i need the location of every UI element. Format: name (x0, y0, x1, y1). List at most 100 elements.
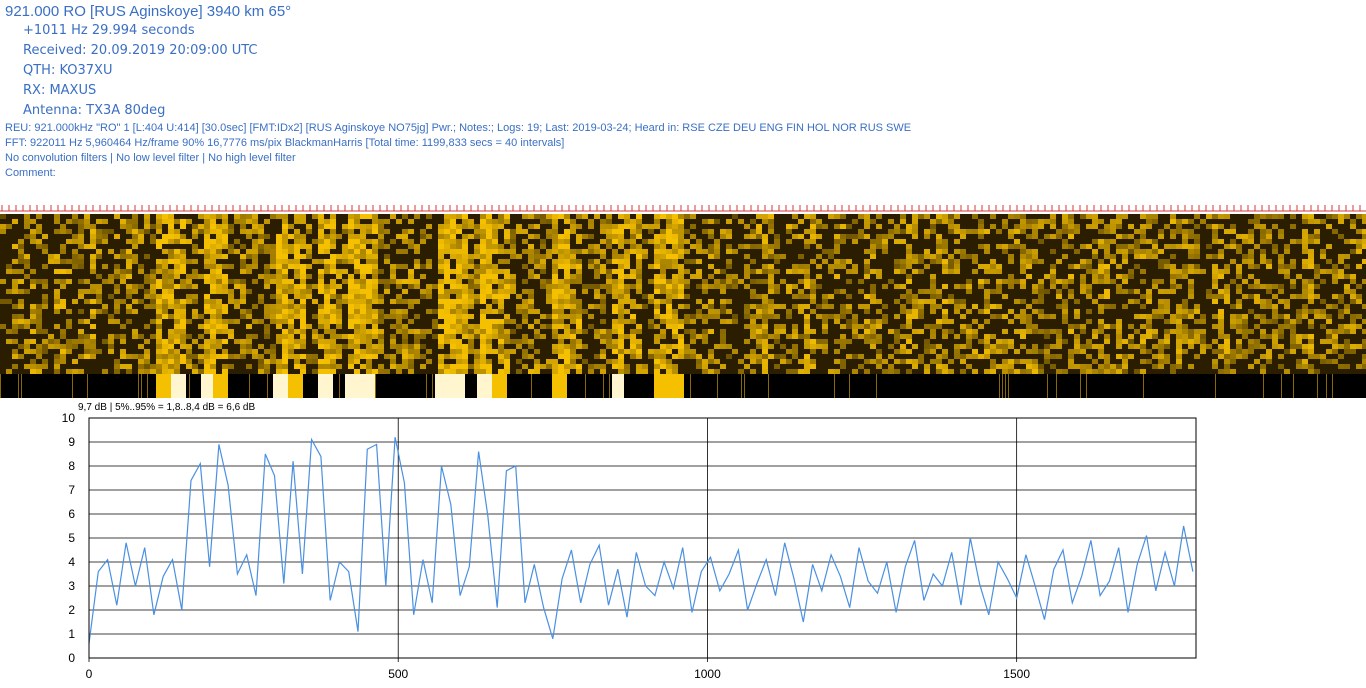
spectrogram-cell (252, 319, 258, 324)
spectrogram-cell (1350, 319, 1356, 324)
spectrogram-cell (1266, 214, 1272, 219)
spectrogram-cell (486, 309, 492, 314)
spectrogram-cell (1098, 294, 1104, 299)
spectrogram-cell (1050, 269, 1056, 274)
spectrogram-cell (810, 224, 816, 229)
spectrogram-cell (1098, 269, 1104, 274)
spectrogram-cell (186, 284, 192, 289)
spectrogram-cell (1110, 324, 1116, 329)
spectrogram-cell (1044, 274, 1050, 279)
spectrogram-cell (1182, 264, 1188, 269)
spectrogram-cell (1224, 294, 1230, 299)
spectrogram-cell (1212, 274, 1218, 279)
spectrogram-cell (744, 254, 750, 259)
spectrogram-cell (198, 274, 204, 279)
spectrogram-cell (288, 324, 294, 329)
spectrogram-cell (288, 344, 294, 349)
level-strip-mark (612, 374, 615, 398)
spectrogram-cell (1086, 339, 1092, 344)
spectrogram-cell (1008, 214, 1014, 219)
spectrogram-cell (444, 334, 450, 339)
level-strip-mark (87, 374, 88, 398)
level-strip-mark (1002, 374, 1003, 398)
spectrogram-cell (330, 364, 336, 369)
spectrogram-cell (222, 284, 228, 289)
spectrogram-cell (318, 369, 324, 374)
spectrogram-cell (132, 254, 138, 259)
spectrogram-cell (966, 279, 972, 284)
spectrogram-cell (882, 234, 888, 239)
spectrogram-cell (48, 334, 54, 339)
spectrogram-cell (1122, 289, 1128, 294)
spectrogram-cell (420, 289, 426, 294)
spectrogram-cell (438, 239, 444, 244)
spectrogram-cell (864, 214, 870, 219)
spectrogram-cell (936, 319, 942, 324)
spectrogram-cell (594, 249, 600, 254)
spectrogram-cell (1110, 219, 1116, 224)
spectrogram-cell (1338, 214, 1344, 219)
spectrogram-cell (408, 329, 414, 334)
spectrogram-cell (306, 249, 312, 254)
spectrogram-cell (696, 244, 702, 249)
spectrogram-cell (636, 279, 642, 284)
spectrogram-cell (852, 269, 858, 274)
spectrogram-cell (354, 259, 360, 264)
spectrogram-cell (480, 349, 486, 354)
spectrogram-cell (1272, 319, 1278, 324)
y-tick-label: 0 (68, 651, 75, 665)
spectrogram-cell (282, 234, 288, 239)
spectrogram-cell (984, 289, 990, 294)
spectrogram-cell (1254, 264, 1260, 269)
spectrogram-cell (780, 359, 786, 364)
spectrogram-cell (930, 334, 936, 339)
level-strip-mark (204, 374, 207, 398)
spectrogram-cell (348, 244, 354, 249)
spectrogram-cell (1230, 349, 1236, 354)
spectrogram-cell (948, 254, 954, 259)
spectrogram-cell (648, 224, 654, 229)
spectrogram-cell (1296, 239, 1302, 244)
spectrogram-cell (876, 349, 882, 354)
spectrogram-cell (570, 279, 576, 284)
spectrogram-cell (252, 259, 258, 264)
spectrogram-cell (996, 344, 1002, 349)
spectrogram-cell (1218, 349, 1224, 354)
spectrogram-cell (270, 244, 276, 249)
spectrogram-cell (1116, 334, 1122, 339)
spectrogram-cell (1200, 314, 1206, 319)
spectrogram-cell (690, 214, 696, 219)
spectrogram-cell (1206, 244, 1212, 249)
spectrogram-cell (636, 264, 642, 269)
spectrogram-cell (1170, 319, 1176, 324)
spectrogram-cell (282, 239, 288, 244)
spectrogram-cell (156, 239, 162, 244)
antenna-line: Antenna: TX3A 80deg (23, 103, 166, 118)
spectrogram-cell (858, 214, 864, 219)
spectrogram-cell (762, 219, 768, 224)
spectrogram-cell (1326, 269, 1332, 274)
spectrogram-cell (234, 354, 240, 359)
spectrogram-cell (360, 284, 366, 289)
spectrogram-cell (462, 234, 468, 239)
spectrogram-cell (408, 274, 414, 279)
spectrogram-cell (246, 264, 252, 269)
spectrogram-cell (360, 319, 366, 324)
spectrogram-cell (810, 214, 816, 219)
spectrogram-cell (1290, 294, 1296, 299)
spectrogram-cell (804, 214, 810, 219)
spectrogram-cell (456, 289, 462, 294)
spectrogram-cell (1098, 324, 1104, 329)
spectrogram-cell (594, 289, 600, 294)
spectrogram-cell (762, 214, 768, 219)
spectrogram-cell (474, 299, 480, 304)
spectrogram-cell (654, 314, 660, 319)
spectrogram-cell (1134, 249, 1140, 254)
spectrogram-cell (468, 339, 474, 344)
spectrogram-cell (252, 349, 258, 354)
spectrogram-cell (1296, 319, 1302, 324)
spectrogram-cell (60, 259, 66, 264)
spectrogram-cell (1218, 289, 1224, 294)
spectrogram-cell (408, 304, 414, 309)
spectrogram-cell (1014, 359, 1020, 364)
